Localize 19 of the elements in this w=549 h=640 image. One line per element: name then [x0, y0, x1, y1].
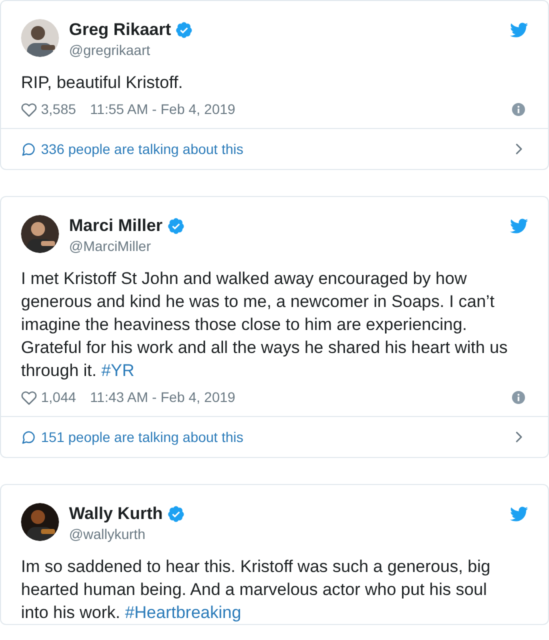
conversation-count[interactable]: 336 people are talking about this: [41, 138, 244, 160]
conversation-link[interactable]: 336 people are talking about this: [1, 128, 548, 169]
tweet-text: I met Kristoff St John and walked away encouraged by how generous and kind he was to me, a newcomer in Soaps. I can’t imagine the heaviness those close to him are experiencing. Grateful for his work and all the ways he shared his heart with us through it. #YR: [21, 268, 509, 382]
tweet-text: RIP, beautiful Kristoff.: [21, 72, 184, 94]
hashtag-link[interactable]: #Heartbreaking: [124, 603, 242, 622]
author-handle[interactable]: @MarciMiller: [69, 237, 510, 255]
hashtag-link[interactable]: #YR: [101, 361, 134, 380]
author-handle[interactable]: @gregrikaart: [69, 41, 510, 59]
like-count[interactable]: 1,044: [41, 387, 76, 408]
author-name[interactable]: Marci Miller: [69, 215, 163, 237]
author-name[interactable]: Greg Rikaart: [69, 19, 172, 41]
conversation-link[interactable]: 151 people are talking about this: [1, 416, 548, 457]
conversation-count[interactable]: 151 people are talking about this: [41, 426, 244, 448]
tweet-text: Im so saddened to hear this. Kristoff was such a generous, big hearted human being. And a marvelous actor who put his soul into his work. #Heartbreaking: [21, 556, 492, 624]
tweet-timestamp[interactable]: 11:43 AM - Feb 4, 2019: [90, 387, 236, 408]
author-name[interactable]: Wally Kurth: [69, 503, 163, 525]
author-handle[interactable]: @wallykurth: [69, 525, 510, 543]
tweet-timestamp[interactable]: 11:55 AM - Feb 4, 2019: [90, 99, 236, 120]
like-count[interactable]: 3,585: [41, 99, 76, 120]
